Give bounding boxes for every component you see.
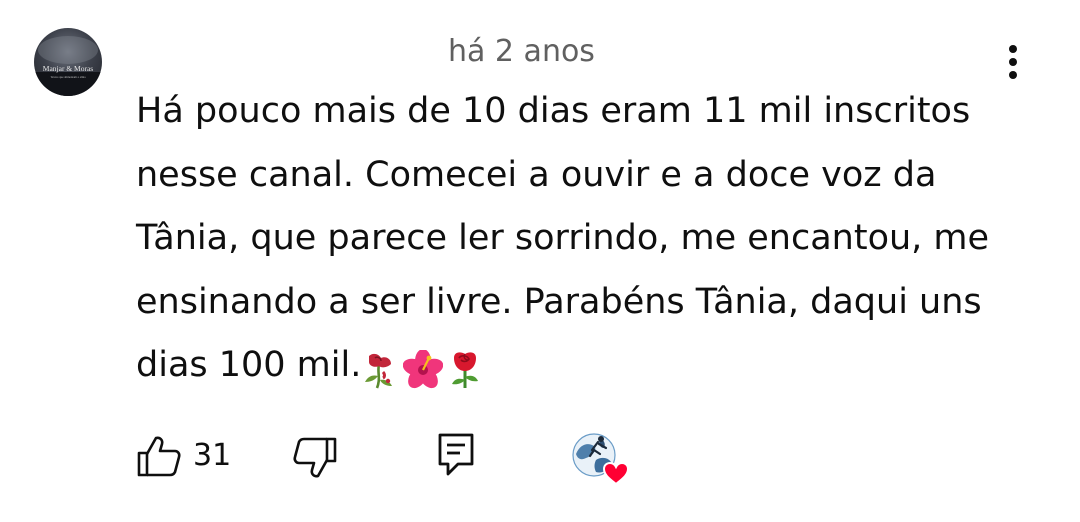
like-button[interactable] [136, 434, 182, 478]
reply-button[interactable] [436, 430, 478, 478]
comment-actions: 31 [0, 428, 1080, 488]
rose-emoji-icon [452, 352, 479, 388]
comment-text: Há pouco mais de 10 dias eram 11 mil ins… [136, 80, 1026, 402]
emoji-group [361, 338, 487, 402]
comment-line: ensinando a ser livre. Parabéns Tânia, d… [136, 281, 982, 322]
vertical-ellipsis-icon [1009, 45, 1017, 79]
avatar[interactable]: Manjar & Moras Textos que alimentam a al… [34, 28, 102, 96]
thumbs-up-icon [137, 436, 181, 477]
wilted-rose-emoji-icon [365, 353, 393, 389]
thumbs-down-icon [293, 437, 337, 478]
like-count: 31 [193, 438, 232, 473]
comment-timestamp: há 2 anos [448, 34, 595, 69]
reply-comment-icon [438, 433, 474, 476]
comment-last-line: dias 100 mil. [136, 334, 1026, 402]
comment-line: dias 100 mil. [136, 345, 362, 385]
comment-menu-button[interactable] [996, 40, 1030, 84]
dislike-button[interactable] [292, 434, 338, 480]
comment-line: Há pouco mais de 10 dias eram 11 mil ins… [136, 91, 971, 131]
avatar-subtitle: Textos que alimentam a alma [50, 75, 86, 79]
comment-line: Tânia, que parece ler sorrindo, me encan… [136, 218, 990, 258]
hibiscus-emoji-icon [403, 350, 444, 389]
comment-line: nesse canal. Comecei a ouvir e a doce vo… [136, 154, 937, 195]
creator-heart-badge [570, 430, 634, 486]
avatar-title: Manjar & Moras [43, 64, 93, 73]
creator-heart-icon [572, 433, 630, 486]
avatar-image: Manjar & Moras Textos que alimentam a al… [34, 36, 102, 96]
